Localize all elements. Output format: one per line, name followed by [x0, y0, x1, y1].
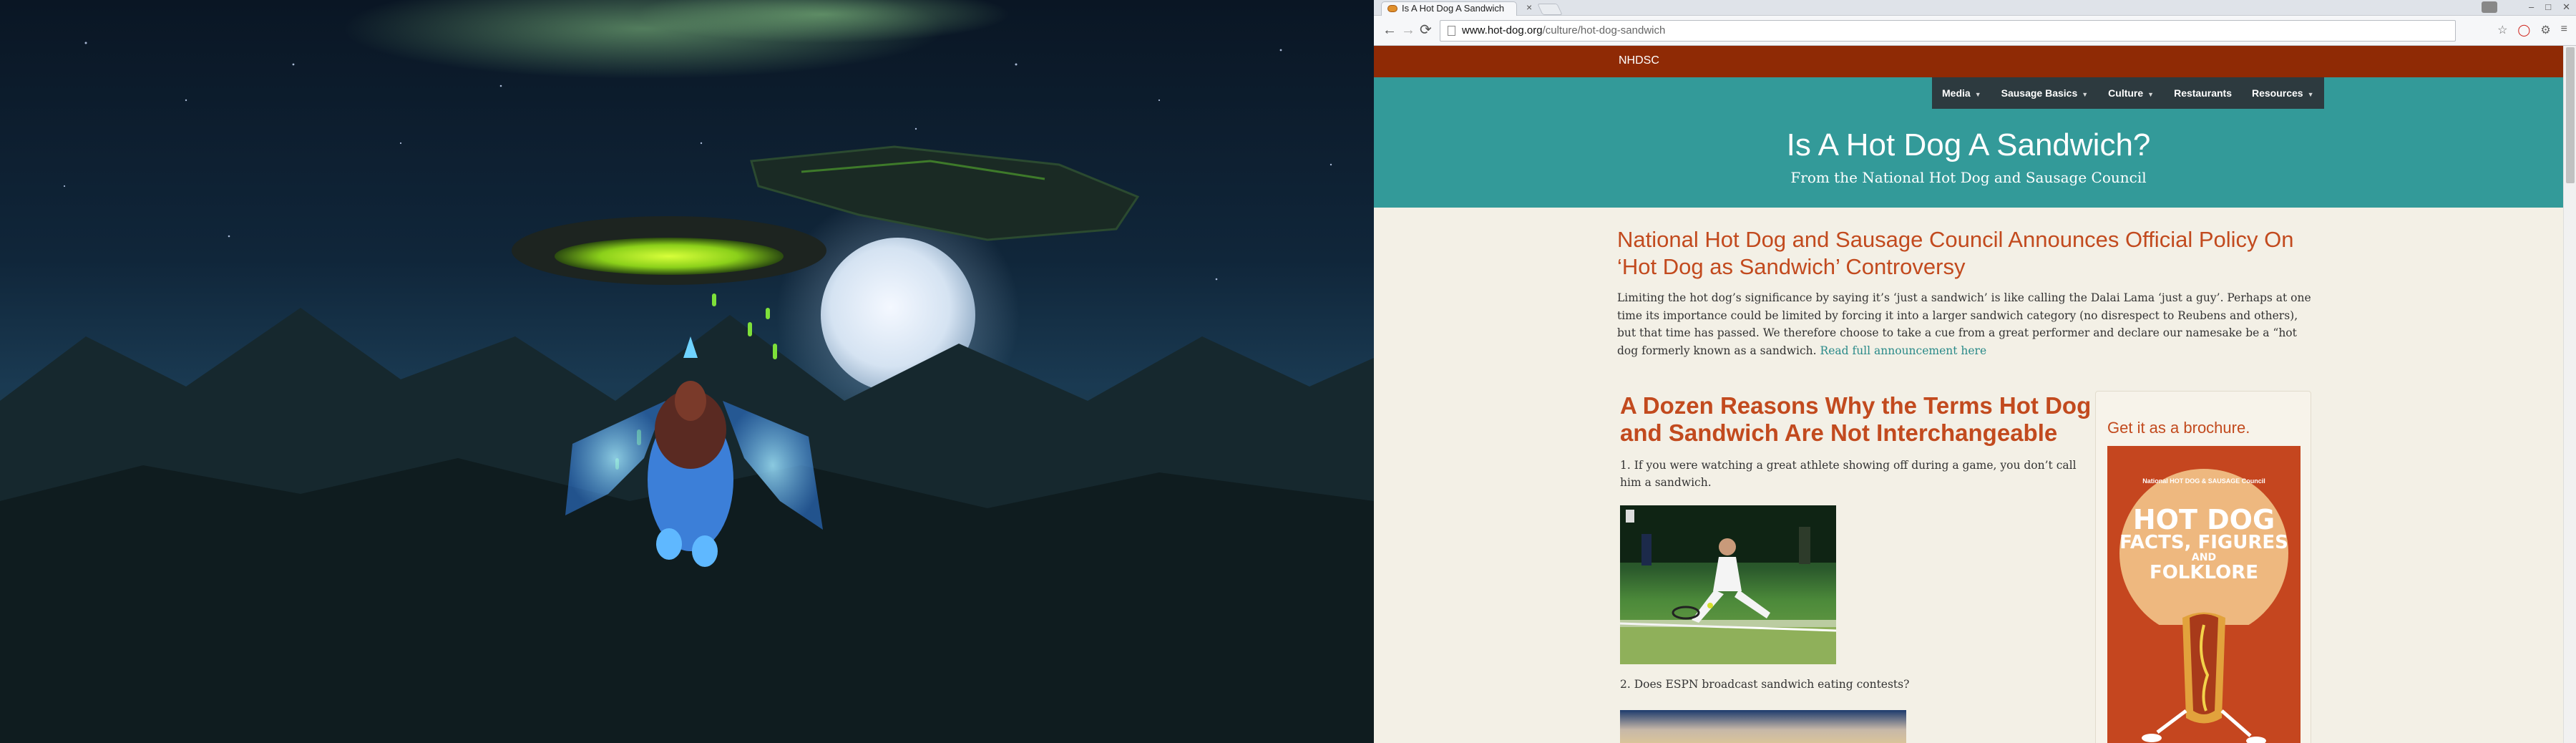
game-viewport: [0, 0, 1374, 743]
reason-2: 2. Does ESPN broadcast sandwich eating c…: [1620, 678, 1910, 691]
hot-dog-favicon-icon: [1387, 5, 1397, 12]
nav-resources[interactable]: Resources ▼: [2242, 77, 2324, 109]
tab-strip: Is A Hot Dog A Sandwich × – □ ✕: [1374, 0, 2576, 16]
extension-icon[interactable]: ⚙: [2540, 23, 2550, 37]
bookmark-star-icon[interactable]: ☆: [2497, 23, 2507, 37]
site-hero: Media ▼ Sausage Basics ▼ Culture ▼ Restaura…: [1374, 77, 2563, 208]
profile-icon[interactable]: [2482, 1, 2497, 13]
tennis-player-photo: [1620, 505, 1836, 664]
brochure-cover-image[interactable]: National HOT DOG & SAUSAGE Council HOT D…: [2107, 446, 2301, 743]
close-tab-icon[interactable]: ×: [1526, 1, 1532, 13]
chevron-down-icon: ▼: [2147, 91, 2155, 98]
nav-restaurants[interactable]: Restaurants: [2164, 77, 2242, 109]
site-topbar: NHDSC: [1374, 46, 2563, 77]
announcement-heading: National Hot Dog and Sausage Council Ann…: [1617, 227, 2294, 279]
maximize-button[interactable]: □: [2545, 1, 2551, 13]
address-bar[interactable]: www.hot-dog.org/culture/hot-dog-sandwich: [1440, 20, 2456, 42]
tab-title: Is A Hot Dog A Sandwich: [1402, 3, 1505, 14]
reload-icon[interactable]: ⟳: [1420, 23, 1432, 37]
menu-icon[interactable]: ≡: [2561, 23, 2567, 37]
url-domain: www.hot-dog.org: [1462, 24, 1543, 37]
scrollbar-thumb[interactable]: [2566, 47, 2575, 183]
url-path: /culture/hot-dog-sandwich: [1542, 24, 1666, 37]
nav-culture[interactable]: Culture ▼: [2098, 77, 2164, 109]
opera-extension-icon[interactable]: ◯: [2517, 23, 2530, 37]
vertical-scrollbar[interactable]: [2563, 46, 2576, 743]
window-close-button[interactable]: ✕: [2562, 1, 2570, 13]
eating-contest-photo: [1620, 710, 1906, 743]
browser-toolbar: ← → ⟳ www.hot-dog.org/culture/hot-dog-sa…: [1374, 16, 2576, 46]
minimize-button[interactable]: –: [2529, 1, 2534, 13]
new-tab-button[interactable]: [1537, 4, 1563, 15]
reason-1: 1. If you were watching a great athlete …: [1620, 459, 2077, 489]
main-content: National Hot Dog and Sausage Council Ann…: [1374, 208, 2563, 743]
reasons-heading: A Dozen Reasons Why the Terms Hot Dog an…: [1620, 392, 2092, 446]
fel-ship: [750, 145, 1140, 241]
game-scene: [0, 0, 1374, 743]
forward-arrow-icon[interactable]: →: [1401, 23, 1415, 37]
chevron-down-icon: ▼: [2082, 91, 2089, 98]
page-subtitle: From the National Hot Dog and Sausage Co…: [1790, 169, 2147, 186]
brochure-title: HOT DOG FACTS, FIGURES AND FOLKLORE: [2119, 504, 2288, 583]
tab-active[interactable]: Is A Hot Dog A Sandwich: [1381, 1, 1517, 16]
browser-window: Is A Hot Dog A Sandwich × – □ ✕ ← → ⟳ ww…: [1374, 0, 2576, 743]
site-brand[interactable]: NHDSC: [1619, 54, 1659, 67]
brochure-logo: National HOT DOG & SAUSAGE Council: [2142, 477, 2265, 485]
nav-media[interactable]: Media ▼: [1932, 77, 1991, 109]
page-title: Is A Hot Dog A Sandwich?: [1786, 127, 2151, 162]
chevron-down-icon: ▼: [2307, 91, 2314, 98]
brochure-sidebar: Get it as a brochure. National HOT DOG &…: [2095, 391, 2311, 743]
read-full-announcement-link[interactable]: Read full announcement here: [1820, 344, 1987, 357]
page-icon: [1448, 26, 1455, 36]
brochure-heading: Get it as a brochure.: [2107, 419, 2250, 437]
chevron-down-icon: ▼: [1974, 91, 1981, 98]
announcement-paragraph: Limiting the hot dog’s significance by s…: [1617, 289, 2318, 359]
nav-sausage-basics[interactable]: Sausage Basics ▼: [1991, 77, 2099, 109]
back-arrow-icon[interactable]: ←: [1382, 23, 1397, 37]
main-nav: Media ▼ Sausage Basics ▼ Culture ▼ Restaura…: [1932, 77, 2324, 109]
